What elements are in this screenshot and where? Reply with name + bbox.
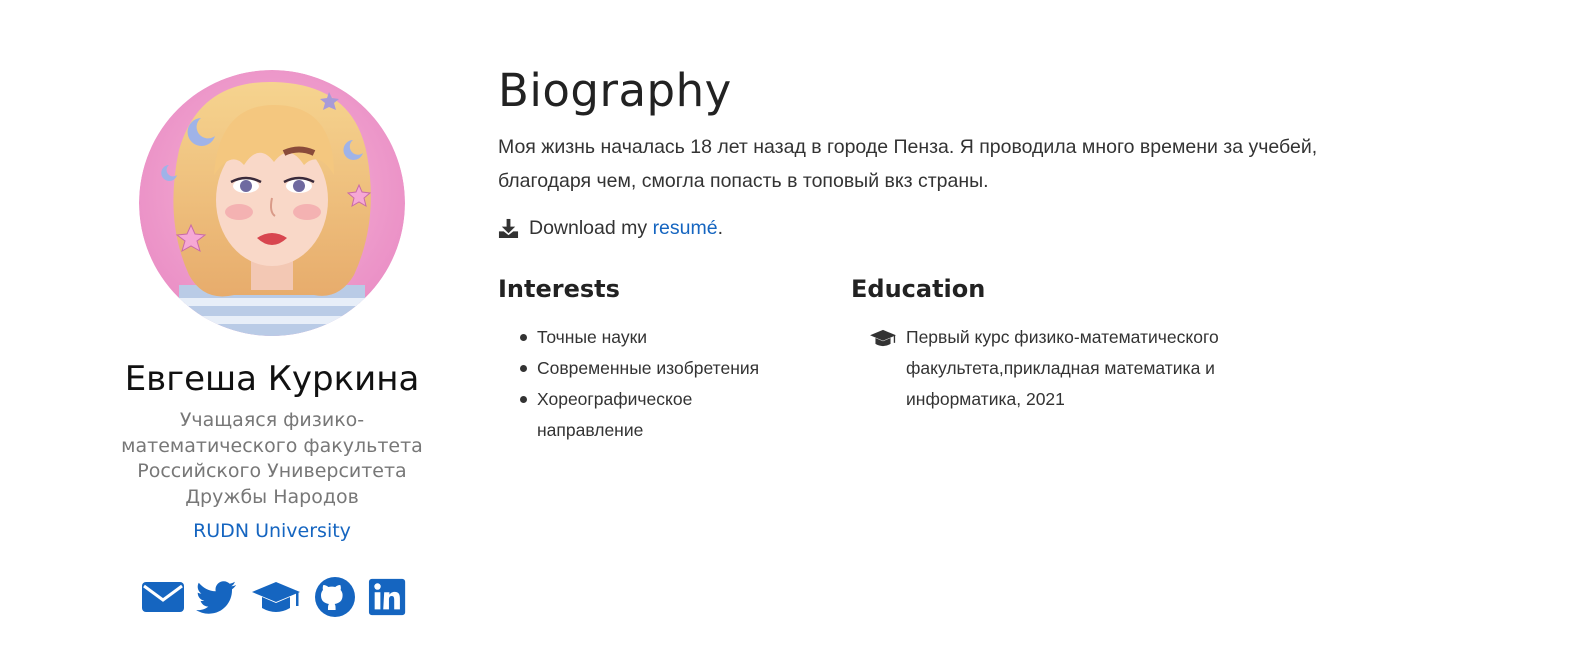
graduation-cap-icon bbox=[252, 582, 300, 612]
download-prefix: Download my bbox=[529, 217, 653, 239]
avatar bbox=[139, 70, 405, 336]
twitter-link[interactable] bbox=[196, 576, 238, 618]
profile-name: Евгеша Куркина bbox=[124, 359, 420, 399]
education-section: Education Первый курс физико-математичес… bbox=[851, 274, 1311, 446]
profile-role: Учащаяся физико-математического факульте… bbox=[121, 409, 423, 508]
interests-title: Interests bbox=[498, 275, 620, 303]
social-links bbox=[108, 576, 436, 618]
education-text: Первый курс физико-математического факул… bbox=[906, 327, 1219, 409]
email-link[interactable] bbox=[142, 576, 184, 618]
biography-title: Biography bbox=[498, 64, 732, 117]
twitter-icon bbox=[196, 581, 237, 614]
github-link[interactable] bbox=[314, 576, 356, 618]
scholar-link[interactable] bbox=[250, 576, 302, 618]
linkedin-link[interactable] bbox=[368, 576, 408, 618]
download-suffix: . bbox=[717, 217, 724, 239]
biography-section: Biography Моя жизнь началась 18 лет наза… bbox=[498, 60, 1358, 446]
interests-list: Точные науки Современные изобретения Хор… bbox=[498, 322, 851, 446]
interest-item: Точные науки bbox=[520, 322, 767, 353]
download-icon bbox=[498, 218, 519, 239]
interest-item: Современные изобретения bbox=[520, 353, 767, 384]
education-title: Education bbox=[851, 275, 986, 303]
download-label: Download my resumé. bbox=[529, 217, 723, 240]
resume-link[interactable]: resumé bbox=[653, 217, 718, 239]
education-item: Первый курс физико-математического факул… bbox=[851, 322, 1311, 415]
linkedin-icon bbox=[368, 578, 406, 616]
interests-section: Interests Точные науки Современные изобр… bbox=[498, 274, 851, 446]
profile-card: Евгеша Куркина Учащаяся физико-математич… bbox=[108, 70, 436, 618]
interest-item: Хореографическое направление bbox=[520, 384, 767, 446]
github-icon bbox=[315, 577, 355, 617]
organization-link[interactable]: RUDN University bbox=[193, 520, 351, 542]
download-resume: Download my resumé. bbox=[498, 217, 1358, 240]
envelope-icon bbox=[142, 582, 184, 612]
biography-text: Моя жизнь началась 18 лет назад в городе… bbox=[498, 136, 1318, 192]
details-columns: Interests Точные науки Современные изобр… bbox=[498, 274, 1358, 446]
graduation-cap-icon bbox=[869, 322, 897, 415]
